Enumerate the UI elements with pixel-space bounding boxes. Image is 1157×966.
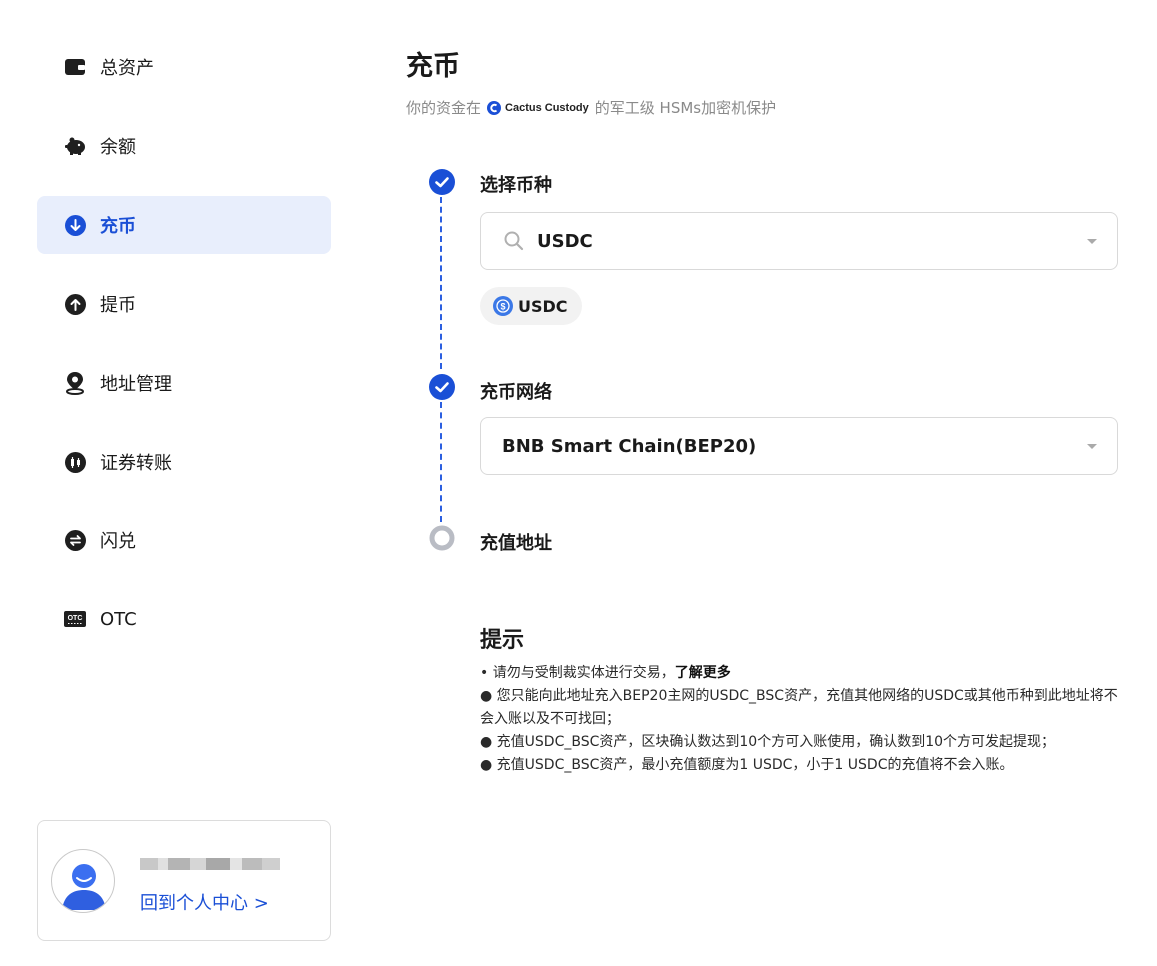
svg-text:$: $ (500, 302, 505, 312)
sidebar-item-deposit[interactable]: 充币 (37, 196, 331, 254)
page-title: 充币 (406, 51, 460, 82)
cactus-logo-icon (487, 100, 502, 115)
user-card: 回到个人中心 > (37, 820, 331, 941)
avatar (51, 849, 115, 913)
step-1-label: 选择币种 (480, 175, 552, 196)
network-select[interactable]: BNB Smart Chain(BEP20) (480, 417, 1118, 475)
swap-circle-icon (64, 529, 86, 551)
sidebar-item-withdraw[interactable]: 提币 (37, 275, 331, 333)
piggy-bank-icon (64, 135, 86, 157)
sidebar-item-balance[interactable]: 余额 (37, 117, 331, 175)
step-3-pending-icon (429, 525, 455, 551)
step-2-check-icon (429, 374, 455, 400)
sidebar-item-swap[interactable]: 闪兑 (37, 511, 331, 569)
sidebar-item-otc[interactable]: OTC OTC (37, 590, 331, 648)
location-pin-icon (64, 372, 86, 395)
sidebar: 总资产 余额 充币 提币 地址管理 证券转账 闪兑 OTC OTC 回到个人中心… (0, 0, 370, 966)
tip-network-warning: ● 您只能向此地址充入BEP20主网的USDC_BSC资产，充值其他网络的USD… (480, 688, 1118, 727)
sidebar-item-label: 证券转账 (100, 453, 172, 474)
step-connector (440, 197, 442, 369)
tip-sanctions-text: • 请勿与受制裁实体进行交易， (480, 665, 675, 681)
otc-icon: OTC (64, 608, 86, 630)
sidebar-item-label: 总资产 (100, 58, 154, 79)
sidebar-item-address-management[interactable]: 地址管理 (37, 354, 331, 412)
username-blurred (140, 858, 285, 870)
brand-logo: Cactus Custody (487, 100, 589, 115)
otc-icon-text: OTC (68, 615, 83, 622)
tip-minimum-deposit: ● 充值USDC_BSC资产，最小充值额度为1 USDC，小于1 USDC的充值… (480, 757, 1014, 773)
subtitle-before: 你的资金在 (406, 99, 482, 117)
wallet-icon (64, 56, 86, 78)
usdc-coin-icon: $ (493, 296, 513, 316)
tip-sanctions: • 请勿与受制裁实体进行交易，了解更多 (480, 662, 1120, 685)
chevron-down-icon (1087, 444, 1097, 449)
network-select-value: BNB Smart Chain(BEP20) (502, 435, 757, 457)
sidebar-item-label: 余额 (100, 137, 136, 158)
sidebar-item-label: 充币 (100, 216, 136, 237)
chevron-down-icon (1087, 239, 1097, 244)
learn-more-link[interactable]: 了解更多 (675, 665, 731, 681)
tips-content: • 请勿与受制裁实体进行交易，了解更多 ● 您只能向此地址充入BEP20主网的U… (480, 662, 1120, 777)
sidebar-item-label: 闪兑 (100, 531, 136, 552)
candlestick-circle-icon (64, 451, 86, 473)
subtitle-after: 的军工级 HSMs加密机保护 (594, 99, 777, 117)
sidebar-item-label: OTC (100, 608, 137, 630)
coin-chip-usdc[interactable]: $ USDC (480, 287, 582, 325)
step-3-label: 充值地址 (480, 533, 552, 554)
tips-title: 提示 (480, 628, 525, 653)
page-subtitle: 你的资金在 Cactus Custody 的军工级 HSMs加密机保护 (406, 97, 776, 118)
coin-chip-label: USDC (518, 296, 568, 316)
arrow-down-circle-icon (64, 214, 86, 236)
coin-select-value: USDC (537, 230, 593, 252)
brand-name: Cactus Custody (505, 101, 589, 114)
back-to-profile-link[interactable]: 回到个人中心 > (140, 889, 269, 915)
step-1-check-icon (429, 169, 455, 195)
arrow-up-circle-icon (64, 293, 86, 315)
tip-confirmations: ● 充值USDC_BSC资产，区块确认数达到10个方可入账使用，确认数到10个方… (480, 734, 1056, 750)
coin-select[interactable]: USDC (480, 212, 1118, 270)
sidebar-item-label: 提币 (100, 295, 136, 316)
step-2-label: 充币网络 (480, 382, 552, 403)
sidebar-item-total-assets[interactable]: 总资产 (37, 38, 331, 96)
sidebar-item-securities-transfer[interactable]: 证券转账 (37, 433, 331, 491)
user-avatar-icon (62, 864, 106, 910)
step-connector (440, 402, 442, 522)
sidebar-item-label: 地址管理 (100, 374, 172, 395)
search-icon (503, 230, 525, 252)
